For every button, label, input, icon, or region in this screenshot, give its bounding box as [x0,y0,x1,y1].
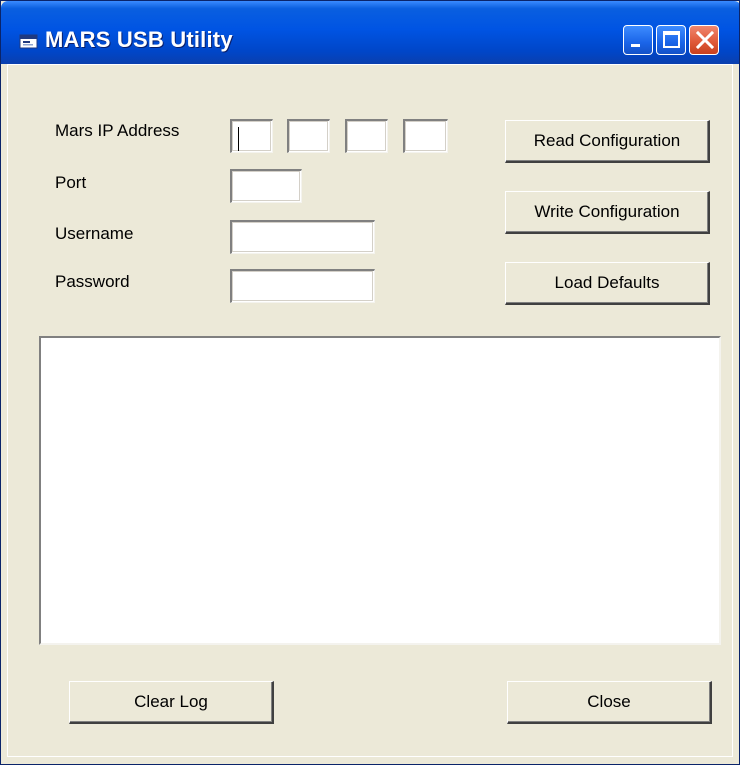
minimize-button[interactable] [623,25,653,55]
port-input[interactable] [232,171,301,202]
clear-log-button[interactable]: Clear Log [69,681,274,724]
log-panel[interactable] [39,336,721,645]
password-input[interactable] [232,271,374,302]
ip-octet-3-input[interactable] [347,121,387,152]
maximize-button[interactable] [656,25,686,55]
password-field[interactable] [230,269,375,303]
close-window-button[interactable] [689,25,719,55]
window-title: MARS USB Utility [45,27,233,52]
port-label: Port [55,173,87,192]
maximize-icon [663,31,680,48]
close-icon [695,30,715,50]
app-icon [19,34,38,49]
ip-octet-4[interactable] [403,119,448,153]
write-configuration-button[interactable]: Write Configuration [505,191,710,234]
ip-octet-3[interactable] [345,119,388,153]
minimize-icon [631,44,640,47]
close-button[interactable]: Close [507,681,712,724]
load-defaults-button[interactable]: Load Defaults [505,262,710,305]
username-label: Username [55,224,134,243]
log-textarea[interactable] [41,338,719,643]
title-bar[interactable]: MARS USB Utility [1,1,739,64]
ip-octet-2[interactable] [287,119,330,153]
password-label: Password [55,272,130,291]
username-field[interactable] [230,220,375,254]
ip-octet-4-input[interactable] [405,121,447,152]
ip-address-label: Mars IP Address [55,121,180,140]
main-window: MARS USB Utility Mars IP Address Port Us… [0,0,740,765]
port-field[interactable] [230,169,302,203]
read-configuration-button[interactable]: Read Configuration [505,120,710,163]
username-input[interactable] [232,222,374,253]
ip-octet-1[interactable] [230,119,273,153]
ip-octet-2-input[interactable] [289,121,329,152]
text-caret [238,127,239,151]
